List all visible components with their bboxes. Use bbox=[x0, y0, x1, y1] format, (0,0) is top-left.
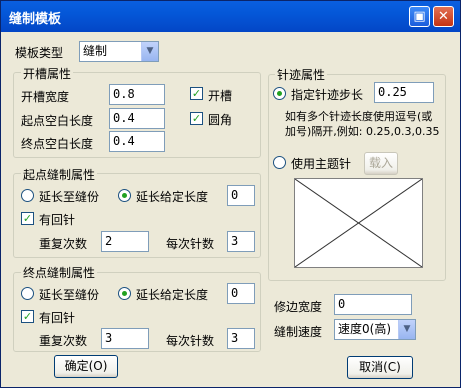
theme-needle-radio[interactable] bbox=[273, 156, 286, 169]
end-repeat-label: 重复次数 bbox=[39, 334, 88, 348]
end-sewing-title: 终点缝制属性 bbox=[21, 264, 98, 281]
theme-needle-label: 使用主题针 bbox=[291, 157, 352, 171]
start-repeat-label: 重复次数 bbox=[39, 237, 88, 251]
empty-preview-icon bbox=[294, 178, 423, 268]
step-label: 指定针迹步长 bbox=[291, 88, 364, 102]
start-repeat-input[interactable]: 2 bbox=[101, 231, 149, 252]
step-input[interactable]: 0.25 bbox=[374, 82, 434, 103]
start-sewing-title: 起点缝制属性 bbox=[21, 166, 98, 183]
end-extend-input[interactable]: 0 bbox=[227, 283, 255, 304]
needle-preview bbox=[294, 178, 423, 268]
start-per-label: 每次针数 bbox=[166, 237, 215, 251]
groove-group-title: 开槽属性 bbox=[21, 65, 74, 82]
start-extend-given-radio[interactable] bbox=[118, 189, 131, 202]
trim-width-input[interactable]: 0 bbox=[334, 294, 412, 315]
trim-width-label: 修边宽度 bbox=[274, 300, 323, 314]
window-title: 缝制模板 bbox=[9, 12, 62, 27]
speed-value: 速度0(高) bbox=[338, 322, 391, 336]
start-backstitch-checkbox[interactable]: ✓ bbox=[21, 212, 34, 225]
help-button[interactable]: ▣ bbox=[409, 6, 430, 27]
round-corner-checkbox[interactable]: ✓ bbox=[190, 112, 203, 125]
end-extend-seam-label: 延长至缝份 bbox=[39, 288, 100, 302]
close-button[interactable]: ✕ bbox=[433, 6, 454, 27]
end-per-input[interactable]: 3 bbox=[227, 328, 255, 349]
end-backstitch-checkbox[interactable]: ✓ bbox=[21, 310, 34, 323]
end-blank-input[interactable]: 0.4 bbox=[109, 131, 165, 152]
end-extend-seam-radio[interactable] bbox=[21, 287, 34, 300]
groove-checkbox[interactable]: ✓ bbox=[190, 87, 203, 100]
step-radio[interactable] bbox=[273, 87, 286, 100]
cancel-button[interactable]: 取消(C) bbox=[347, 356, 413, 379]
ok-button[interactable]: 确定(O) bbox=[54, 355, 118, 378]
round-check-label: 圆角 bbox=[208, 113, 233, 127]
start-extend-input[interactable]: 0 bbox=[227, 185, 255, 206]
end-per-label: 每次针数 bbox=[166, 334, 215, 348]
end-extend-given-label: 延长给定长度 bbox=[136, 288, 209, 302]
start-blank-label: 起点空白长度 bbox=[21, 114, 94, 128]
import-button[interactable]: 载入 bbox=[364, 152, 398, 175]
groove-check-label: 开槽 bbox=[208, 89, 233, 103]
end-blank-label: 终点空白长度 bbox=[21, 137, 94, 151]
start-extend-seam-radio[interactable] bbox=[21, 189, 34, 202]
template-type-select[interactable]: 缝制 ▼ bbox=[79, 41, 159, 62]
template-dialog: 缝制模板 ▣ ✕ 模板类型 缝制 ▼ 开槽属性 开槽宽度 0.8 起点空白长度 … bbox=[0, 0, 461, 388]
groove-width-label: 开槽宽度 bbox=[21, 90, 70, 104]
end-extend-given-radio[interactable] bbox=[118, 287, 131, 300]
title-bar: 缝制模板 ▣ ✕ bbox=[1, 1, 460, 32]
speed-select[interactable]: 速度0(高) ▼ bbox=[334, 319, 416, 340]
start-extend-given-label: 延长给定长度 bbox=[136, 190, 209, 204]
start-backstitch-label: 有回针 bbox=[39, 213, 76, 227]
groove-width-input[interactable]: 0.8 bbox=[109, 84, 165, 105]
start-blank-input[interactable]: 0.4 bbox=[109, 108, 165, 129]
chevron-down-icon[interactable]: ▼ bbox=[398, 320, 415, 339]
end-backstitch-label: 有回针 bbox=[39, 311, 76, 325]
stitch-hint: 如有多个针迹长度使用逗号(或加号)隔开,例如: 0.25,0.3,0.35 bbox=[285, 110, 440, 138]
template-type-value: 缝制 bbox=[83, 44, 108, 58]
start-per-input[interactable]: 3 bbox=[227, 231, 255, 252]
stitch-group-title: 针迹属性 bbox=[275, 66, 328, 83]
chevron-down-icon[interactable]: ▼ bbox=[141, 42, 158, 61]
start-extend-seam-label: 延长至缝份 bbox=[39, 190, 100, 204]
speed-label: 缝制速度 bbox=[274, 325, 323, 339]
template-type-label: 模板类型 bbox=[15, 46, 64, 60]
end-repeat-input[interactable]: 3 bbox=[101, 328, 149, 349]
